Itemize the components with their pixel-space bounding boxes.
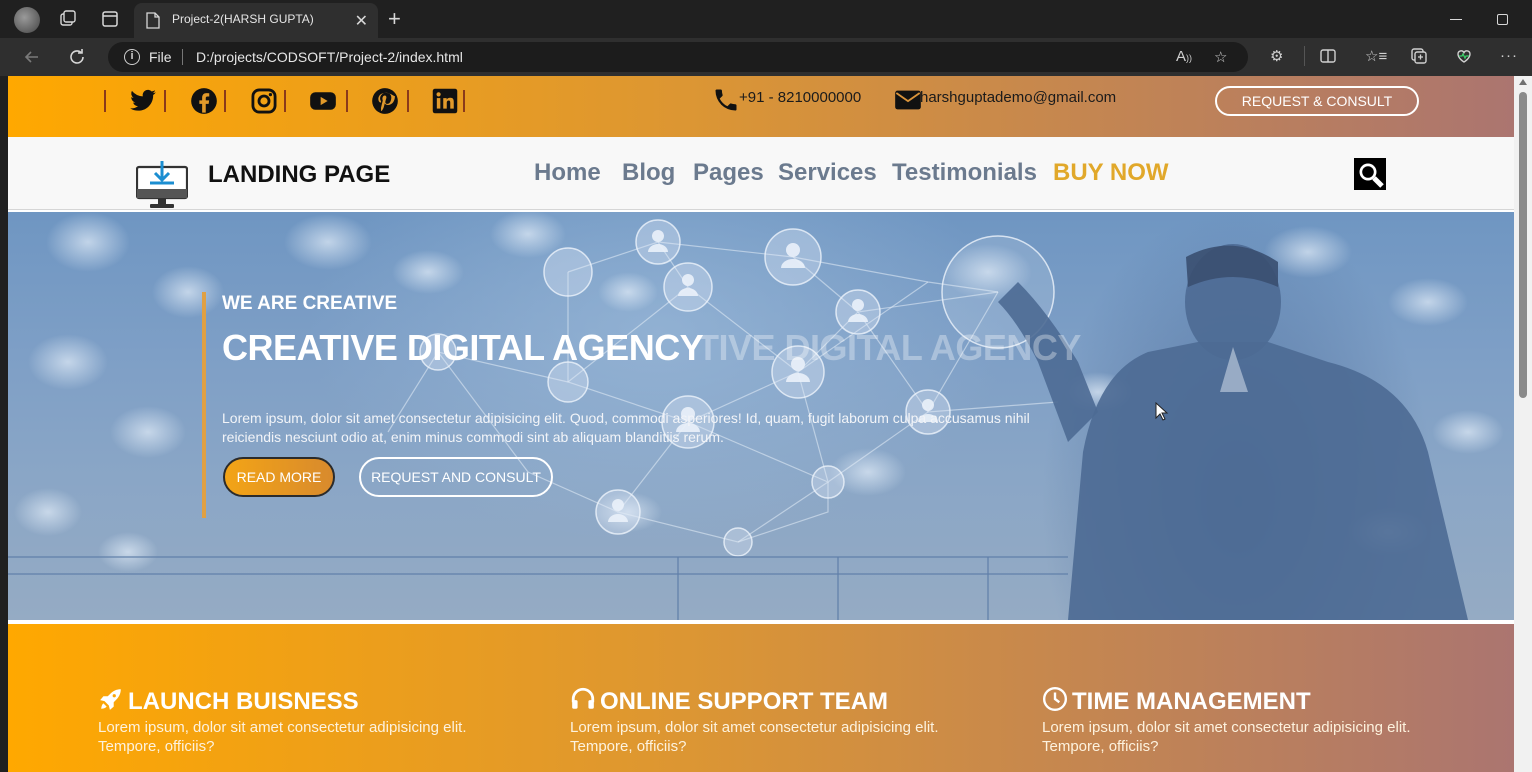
collections-icon[interactable]: [1410, 47, 1428, 65]
request-and-consult-button[interactable]: REQUEST AND CONSULT: [359, 457, 553, 497]
toolbar-divider: [1304, 46, 1305, 66]
features-section: LAUNCH BUISNESS Lorem ipsum, dolor sit a…: [8, 624, 1514, 772]
nav-link-testimonials[interactable]: Testimonials: [892, 159, 1037, 187]
close-icon[interactable]: ✕: [355, 11, 368, 31]
browser-address-bar: i File D:/projects/CODSOFT/Project-2/ind…: [0, 38, 1532, 76]
active-tab[interactable]: Project-2(HARSH GUPTA) ✕: [134, 3, 378, 38]
back-icon[interactable]: [22, 47, 42, 67]
facebook-icon[interactable]: [190, 87, 218, 115]
tab-actions-icon[interactable]: [100, 9, 120, 29]
feature-title: ONLINE SUPPORT TEAM: [570, 686, 888, 716]
social-divider: [407, 90, 409, 112]
social-divider: [224, 90, 226, 112]
search-icon[interactable]: [1354, 158, 1386, 190]
rocket-icon: [100, 689, 121, 710]
linkedin-icon[interactable]: [431, 87, 459, 115]
favorites-icon[interactable]: ☆≡: [1365, 47, 1387, 65]
social-divider: [463, 90, 465, 112]
url-divider: [182, 49, 183, 65]
feature-title: TIME MANAGEMENT: [1042, 686, 1311, 716]
page-scrollbar[interactable]: [1514, 76, 1532, 772]
request-consult-button[interactable]: REQUEST & CONSULT: [1215, 86, 1419, 116]
read-aloud-icon[interactable]: A)): [1176, 48, 1192, 65]
feature-description: Lorem ipsum, dolor sit amet consectetur …: [570, 719, 939, 755]
info-icon[interactable]: i: [124, 49, 140, 65]
main-navbar: LANDING PAGE Home Blog Pages Services Te…: [8, 137, 1514, 210]
feature-description: Lorem ipsum, dolor sit amet consectetur …: [1042, 719, 1411, 755]
page-icon: [146, 12, 160, 29]
split-screen-icon[interactable]: [1319, 47, 1337, 65]
hero-description: Lorem ipsum, dolor sit amet consectetur …: [222, 410, 1030, 445]
social-divider: [284, 90, 286, 112]
refresh-icon[interactable]: [67, 47, 87, 67]
nav-link-pages[interactable]: Pages: [693, 159, 764, 187]
nav-link-blog[interactable]: Blog: [622, 159, 675, 187]
hero-section: WE ARE CREATIVE CREATIVE DIGITAL AGENCY …: [8, 212, 1514, 620]
social-divider: [164, 90, 166, 112]
feature-title: LAUNCH BUISNESS: [98, 686, 359, 716]
new-tab-icon[interactable]: +: [388, 6, 401, 32]
hero-title: CREATIVE DIGITAL AGENCY: [222, 327, 704, 368]
minimize-icon[interactable]: [1450, 19, 1462, 20]
browser-tab-bar: Project-2(HARSH GUPTA) ✕ +: [0, 0, 1532, 38]
clock-icon: [1042, 686, 1068, 712]
social-divider: [104, 90, 106, 112]
hero-title-ghost: TIVE DIGITAL AGENCY: [697, 327, 1081, 368]
feature-title-text: ONLINE SUPPORT TEAM: [600, 688, 889, 715]
hero-accent-bar: [202, 292, 206, 518]
nav-link-services[interactable]: Services: [778, 159, 877, 187]
more-icon[interactable]: ···: [1500, 47, 1518, 65]
youtube-icon[interactable]: [309, 87, 337, 115]
feature-title-text: LAUNCH BUISNESS: [128, 688, 359, 715]
nav-link-home[interactable]: Home: [534, 159, 601, 187]
mouse-cursor-icon: [1155, 402, 1169, 421]
profile-avatar[interactable]: [14, 7, 40, 33]
scroll-up-arrow-icon[interactable]: [1519, 79, 1527, 85]
favorite-star-icon[interactable]: ☆: [1214, 48, 1227, 66]
phone-icon: [715, 89, 737, 111]
restore-icon[interactable]: [1497, 14, 1508, 25]
pinterest-icon[interactable]: [371, 87, 399, 115]
headphones-icon: [571, 687, 595, 709]
page-viewport: +91 - 8210000000 harshguptademo@gmail.co…: [8, 76, 1514, 772]
hero-eyebrow: WE ARE CREATIVE: [222, 293, 398, 314]
download-monitor-icon[interactable]: [136, 159, 188, 209]
social-divider: [346, 90, 348, 112]
read-more-button[interactable]: READ MORE: [223, 457, 335, 497]
email-address[interactable]: harshguptademo@gmail.com: [920, 89, 1116, 106]
extensions-icon[interactable]: ⚙: [1270, 47, 1288, 65]
nav-link-buy-now[interactable]: BUY NOW: [1053, 159, 1169, 187]
top-contact-strip: +91 - 8210000000 harshguptademo@gmail.co…: [8, 76, 1514, 137]
url-text[interactable]: D:/projects/CODSOFT/Project-2/index.html: [196, 49, 463, 65]
workspaces-icon[interactable]: [58, 9, 78, 29]
brand-name[interactable]: LANDING PAGE: [208, 161, 390, 189]
instagram-icon[interactable]: [250, 87, 278, 115]
feature-title-text: TIME MANAGEMENT: [1072, 688, 1311, 715]
scheme-label: File: [149, 49, 172, 65]
phone-number[interactable]: +91 - 8210000000: [739, 89, 861, 106]
envelope-icon: [895, 90, 921, 110]
url-bar[interactable]: i File D:/projects/CODSOFT/Project-2/ind…: [108, 42, 1248, 72]
scroll-thumb[interactable]: [1519, 92, 1527, 398]
browser-essentials-icon[interactable]: [1455, 47, 1473, 65]
twitter-icon[interactable]: [129, 87, 157, 115]
tab-title: Project-2(HARSH GUPTA): [172, 12, 314, 26]
feature-description: Lorem ipsum, dolor sit amet consectetur …: [98, 719, 467, 755]
